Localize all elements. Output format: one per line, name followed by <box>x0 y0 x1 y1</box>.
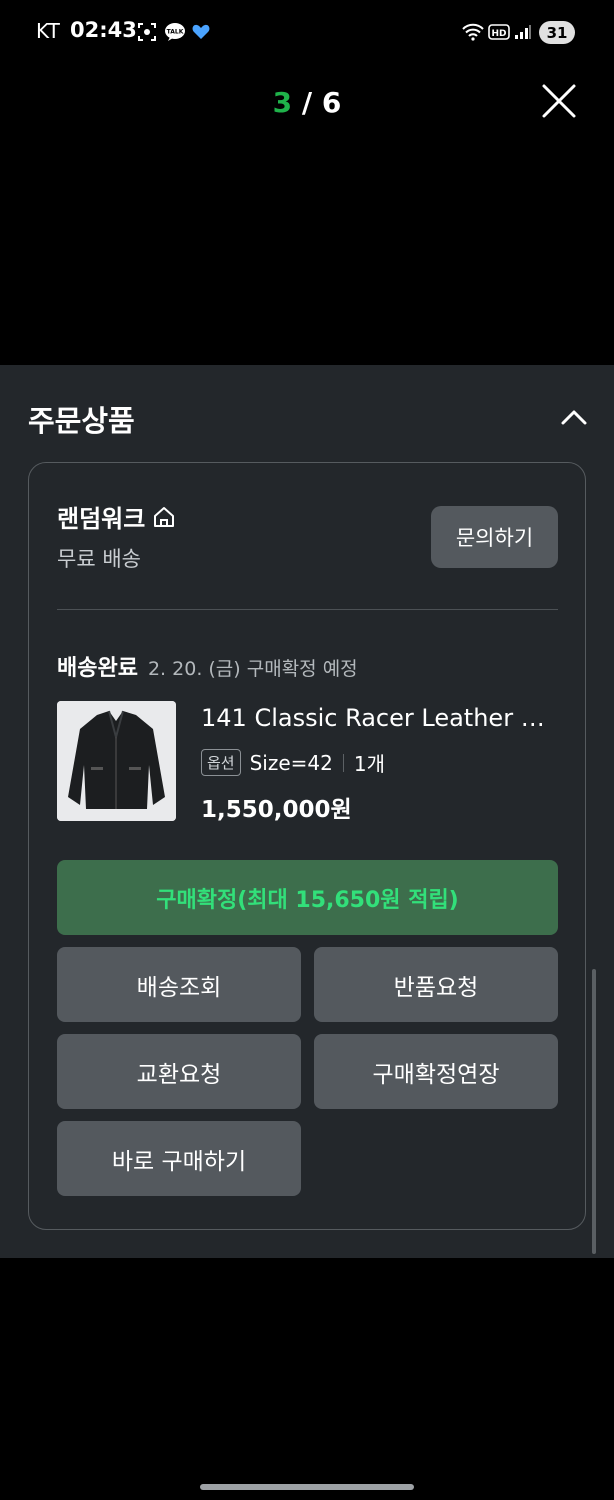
shipping-fee: 무료 배송 <box>57 547 141 571</box>
screen-capture-icon <box>136 20 158 44</box>
confirm-purchase-button[interactable]: 구매확정(최대 15,650원 적립) <box>57 860 558 935</box>
section-title: 주문상품 <box>28 404 135 438</box>
hd-icon: HD <box>488 20 510 44</box>
track-delivery-button[interactable]: 배송조회 <box>57 947 301 1022</box>
order-card: 랜덤워크 무료 배송 문의하기 배송완료 2. 20. (금) 구매확정 예정 … <box>28 462 586 1230</box>
order-products-panel: 주문상품 랜덤워크 무료 배송 문의하기 배송완료 2. 20. (금) 구매확… <box>0 365 614 1258</box>
extend-confirmation-button[interactable]: 구매확정연장 <box>314 1034 558 1109</box>
scrollbar[interactable] <box>592 969 596 1254</box>
total-pages: 6 <box>321 86 342 119</box>
battery-icon: 31 <box>539 21 575 44</box>
home-icon <box>151 504 177 530</box>
heart-icon <box>191 20 211 44</box>
wifi-icon <box>460 20 486 44</box>
return-request-button[interactable]: 반품요청 <box>314 947 558 1022</box>
current-page: 3 <box>272 86 293 119</box>
buy-again-button[interactable]: 바로 구매하기 <box>57 1121 301 1196</box>
product-price: 1,550,000원 <box>201 797 352 823</box>
status-time: 02:43 <box>70 18 137 42</box>
divider <box>57 609 558 610</box>
page-separator: / <box>292 86 322 119</box>
option-separator <box>342 753 344 772</box>
carrier-label: KT <box>36 19 60 43</box>
delivery-status: 배송완료 <box>57 656 138 681</box>
product-thumbnail[interactable] <box>57 701 176 821</box>
exchange-request-button[interactable]: 교환요청 <box>57 1034 301 1109</box>
close-icon[interactable] <box>540 82 578 120</box>
product-name[interactable]: 141 Classic Racer Leather M... <box>201 704 561 732</box>
kakaotalk-icon: TALK <box>163 20 187 44</box>
quantity: 1개 <box>353 752 385 776</box>
option-badge: 옵션 <box>201 749 241 776</box>
seller-name-label: 랜덤워크 <box>57 505 146 533</box>
chevron-up-icon[interactable] <box>558 405 590 429</box>
home-indicator[interactable] <box>200 1484 414 1490</box>
delivery-row: 배송완료 2. 20. (금) 구매확정 예정 <box>57 650 358 682</box>
svg-text:HD: HD <box>491 29 506 39</box>
product-option-row: 옵션 Size=42 1개 <box>201 748 385 777</box>
page-indicator: 3 / 6 <box>0 86 614 119</box>
option-value: Size=42 <box>249 750 333 775</box>
inquiry-button[interactable]: 문의하기 <box>431 506 558 568</box>
signal-icon <box>513 20 533 44</box>
seller-name[interactable]: 랜덤워크 <box>57 499 177 534</box>
svg-text:TALK: TALK <box>167 29 184 36</box>
status-bar: KT 02:43 TALK HD 31 <box>0 0 614 66</box>
confirm-due-date: 2. 20. (금) 구매확정 예정 <box>147 658 358 680</box>
